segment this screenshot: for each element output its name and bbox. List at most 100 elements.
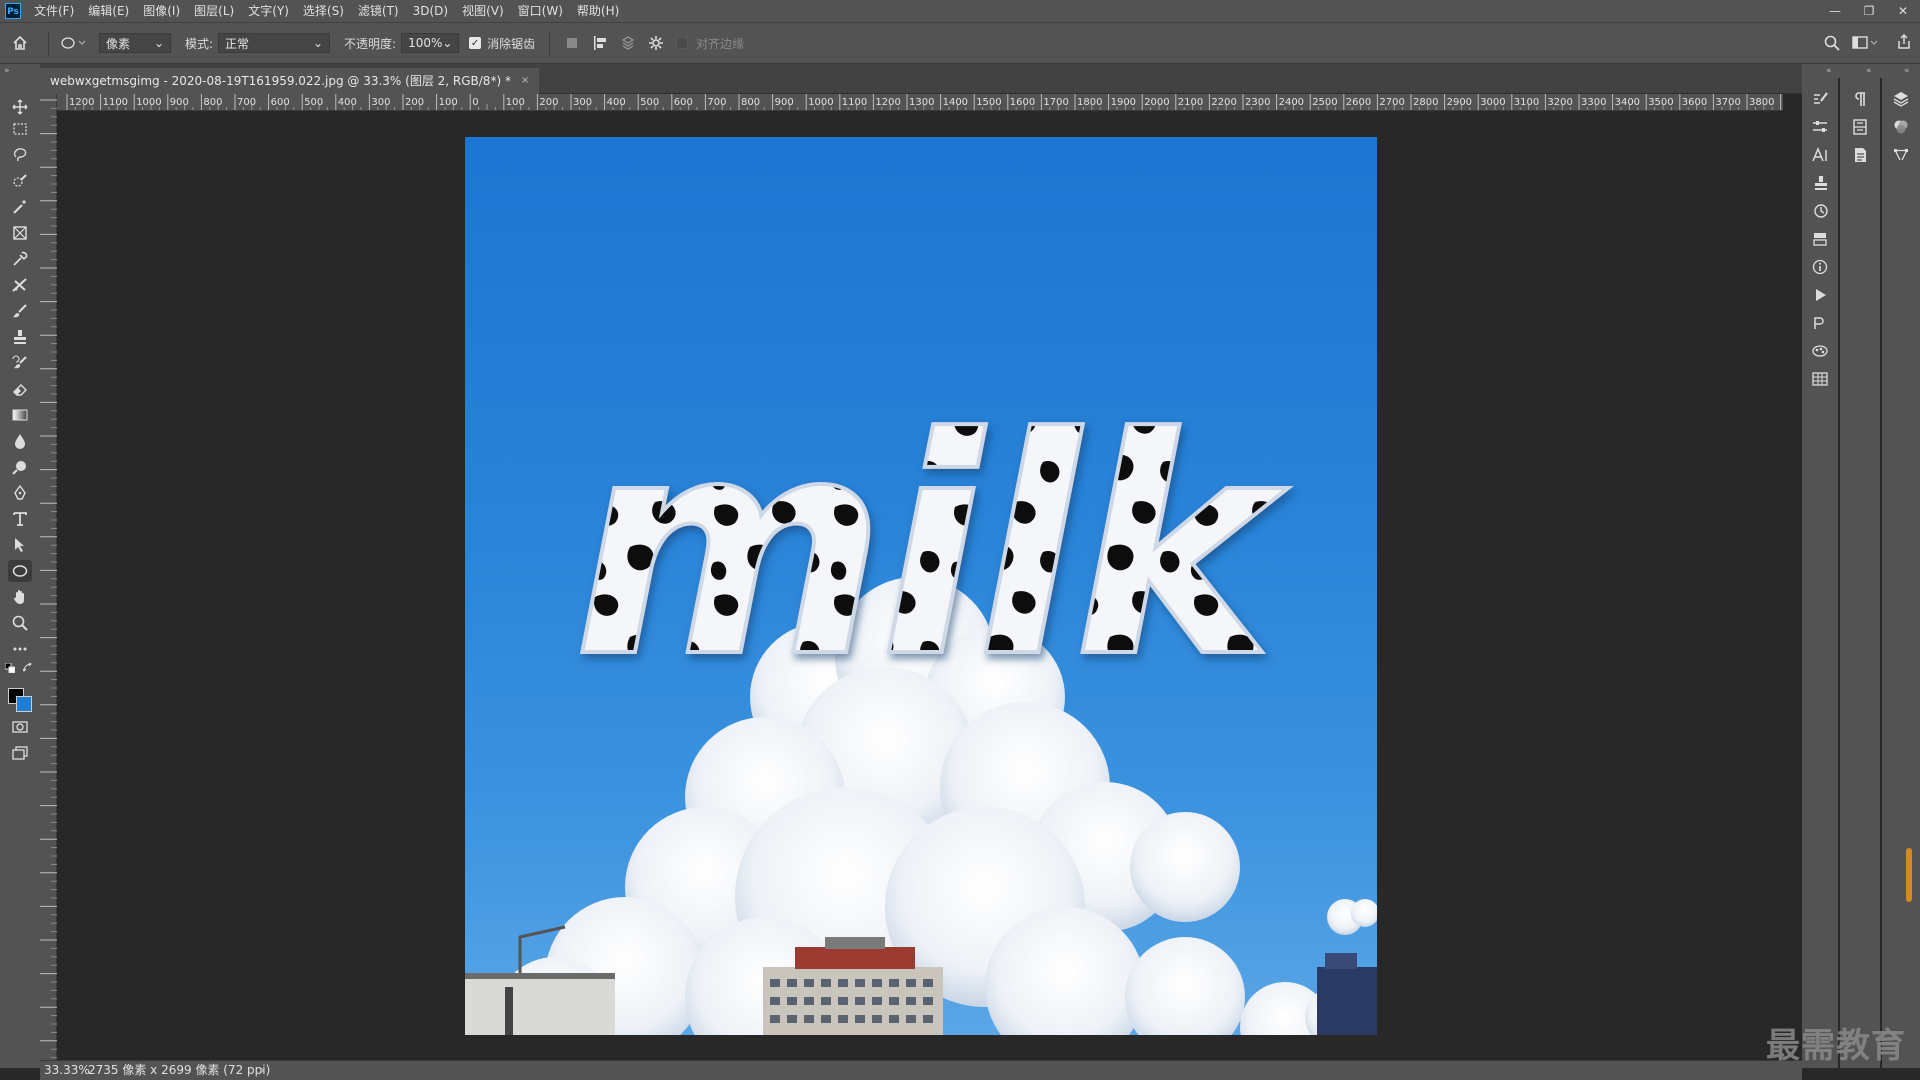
menu-help[interactable]: 帮助(H) [570,0,626,22]
paragraph-icon[interactable] [1849,88,1871,110]
antialias-checkbox[interactable]: ✓ 消除锯齿 [469,35,535,52]
swap-colors-icon[interactable] [22,662,34,674]
default-colors-icon[interactable] [4,662,16,674]
photoshop-logo-icon: Ps [5,3,21,19]
hand-tool-icon[interactable] [8,586,32,608]
document-tab[interactable]: webwxgetmsgimg - 2020-08-19T161959.022.j… [40,68,540,94]
character-panel-icon[interactable] [1809,144,1831,166]
adjustments-sliders-icon[interactable] [1809,116,1831,138]
double-chevron-left-icon: « [1904,66,1910,76]
search-icon[interactable] [1824,35,1840,51]
horizontal-ruler[interactable]: 1200 1100 1000 900 800 700 600 500 400 300 200 100 0… [57,94,1783,111]
move-tool-icon[interactable] [8,96,32,118]
actions-play-icon[interactable] [1809,284,1831,306]
type-tool-icon[interactable] [8,508,32,530]
ruler-label: 1800 [1077,97,1102,108]
screen-mode-icon[interactable] [8,742,32,764]
menu-view[interactable]: 视图(V) [455,0,511,22]
more-tools-icon[interactable] [8,638,32,660]
opacity-value: 100% [408,36,443,50]
libraries-icon[interactable] [1849,116,1871,138]
scroll-indicator[interactable] [1906,848,1912,902]
opacity-input[interactable]: 100% ⌄ [401,33,460,53]
home-icon[interactable] [0,35,40,51]
ruler-label: 400 [338,97,357,108]
menu-image[interactable]: 图像(I) [136,0,187,22]
close-window-button[interactable]: ✕ [1886,0,1920,22]
menu-layer[interactable]: 图层(L) [187,0,241,22]
tool-preset-picker[interactable] [57,36,91,50]
restore-button[interactable]: ❐ [1852,0,1886,22]
path-selection-tool-icon[interactable] [8,534,32,556]
table-grid-icon[interactable] [1809,368,1831,390]
gradient-tool-icon[interactable] [8,404,32,426]
ellipse-tool-icon[interactable] [8,560,32,582]
pen-tool-icon[interactable] [8,482,32,504]
channels-icon[interactable] [1890,116,1912,138]
ruler-label: 1000 [808,97,833,108]
menu-type[interactable]: 文字(Y) [241,0,296,22]
info-icon[interactable] [1809,256,1831,278]
healing-brush-tool-icon[interactable] [8,274,32,296]
antialias-label: 消除锯齿 [487,36,536,51]
vertical-ruler[interactable] [40,94,57,1060]
share-icon[interactable] [1896,34,1912,50]
menu-file[interactable]: 文件(F) [27,0,81,22]
crop-frame-tool-icon[interactable] [8,222,32,244]
menu-3d[interactable]: 3D(D) [406,0,455,22]
shape-mode-dropdown[interactable]: 像素 ⌄ [99,33,171,53]
close-tab-button[interactable]: × [521,68,529,94]
menu-filter[interactable]: 滤镜(T) [351,0,406,22]
horizontal-ruler-ticks: 1200 1100 1000 900 800 700 600 500 400 300 200 100 0… [66,94,1783,110]
path-operations-icon[interactable] [558,37,586,49]
paths-anchor-icon[interactable] [1890,144,1912,166]
brush-settings-icon[interactable] [1809,88,1831,110]
eraser-tool-icon[interactable] [8,378,32,400]
marquee-tool-icon[interactable] [8,118,32,140]
quick-selection-tool-icon[interactable] [8,170,32,192]
menu-select[interactable]: 选择(S) [296,0,351,22]
ruler-label: 800 [741,97,760,108]
background-color-swatch[interactable] [16,696,32,712]
ruler-label: 100 [439,97,458,108]
paths-icon[interactable] [1809,312,1831,334]
mode-dropdown[interactable]: 正常 ⌄ [218,33,331,53]
clone-source-icon[interactable] [1809,172,1831,194]
quick-mask-icon[interactable] [8,716,32,738]
document-canvas[interactable]: milk [465,137,1377,1035]
zoom-tool-icon[interactable] [8,612,32,634]
ruler-label: 1900 [1111,97,1136,108]
ruler-label: 200 [539,97,558,108]
brush-tool-icon[interactable] [8,300,32,322]
toolbar-collapse-strip[interactable]: » [0,64,40,78]
tool-presets-icon[interactable] [1809,228,1831,250]
ruler-label: 1600 [1010,97,1035,108]
ruler-label: 900 [775,97,794,108]
path-arrangement-icon[interactable] [614,35,642,51]
align-edges-checkbox[interactable]: 对齐边缘 [676,35,744,52]
history-brush-tool-icon[interactable] [8,352,32,374]
ruler-label: 200 [405,97,424,108]
menu-window[interactable]: 窗口(W) [511,0,570,22]
magic-wand-tool-icon[interactable] [8,196,32,218]
swatches-icon[interactable] [1809,340,1831,362]
minimize-button[interactable]: — [1818,0,1852,22]
status-menu-arrow-icon[interactable]: › [260,1061,265,1080]
zoom-level[interactable]: 33.33% [44,1061,90,1080]
layers-icon[interactable] [1890,88,1912,110]
eyedropper-tool-icon[interactable] [8,248,32,270]
path-alignment-icon[interactable] [586,35,614,51]
double-chevron-right-icon: » [4,66,10,76]
clone-stamp-tool-icon[interactable] [8,326,32,348]
history-icon[interactable] [1809,200,1831,222]
properties-doc-icon[interactable] [1849,144,1871,166]
ruler-label: 2400 [1279,97,1304,108]
menu-edit[interactable]: 编辑(E) [81,0,136,22]
blur-tool-icon[interactable] [8,430,32,452]
canvas-workspace[interactable]: milk [57,111,1783,1060]
lasso-tool-icon[interactable] [8,144,32,166]
dodge-tool-icon[interactable] [8,456,32,478]
panels-collapse-strip[interactable]: « « « [1802,64,1920,78]
workspace-switcher-icon[interactable] [1852,35,1878,51]
gear-icon[interactable] [642,35,670,51]
